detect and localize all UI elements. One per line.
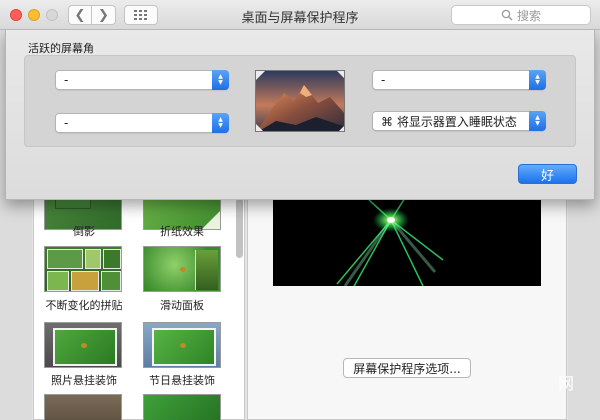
desktop-thumbnail <box>255 70 345 132</box>
popup-value: - <box>64 116 69 130</box>
corner-markers <box>256 71 344 131</box>
top-right-corner-popup[interactable]: - ▲ ▼ <box>372 70 546 90</box>
screensaver-label: 滑动面板 <box>160 299 204 312</box>
ok-button[interactable]: 好 <box>518 164 577 184</box>
top-left-corner-popup[interactable]: - ▲ ▼ <box>55 70 229 90</box>
screensaver-thumb-holiday-mobile[interactable] <box>143 322 221 368</box>
popup-arrows-icon: ▲ ▼ <box>212 113 229 133</box>
popup-value: ⌘ 将显示器置入睡眠状态 <box>381 114 517 129</box>
screensaver-label: 照片悬挂装饰 <box>51 374 117 387</box>
search-icon <box>501 9 513 21</box>
screensaver-thumb-next[interactable] <box>44 394 122 420</box>
screensaver-label: 节日悬挂装饰 <box>149 374 215 387</box>
screensaver-options-button[interactable]: 屏幕保护程序选项... <box>343 358 471 378</box>
screensaver-thumb-photo-mobile[interactable] <box>44 322 122 368</box>
bottom-right-corner-popup[interactable]: ⌘ 将显示器置入睡眠状态 ▲ ▼ <box>372 111 546 131</box>
screensaver-label: 不断变化的拼贴 <box>45 299 123 312</box>
search-placeholder: 搜索 <box>516 8 541 23</box>
screensaver-label: 倒影 <box>73 225 95 238</box>
list-scrollbar[interactable] <box>236 198 243 258</box>
window-titlebar: ❮ ❯ 桌面与屏幕保护程序 搜索 <box>0 0 600 30</box>
screensaver-thumb-next[interactable] <box>143 394 221 420</box>
screensaver-thumb-shifting-tiles[interactable] <box>44 246 122 292</box>
popup-arrows-icon: ▲ ▼ <box>529 70 546 90</box>
popup-value: - <box>64 73 69 87</box>
light-burst-graphic <box>336 198 444 286</box>
popup-arrows-icon: ▲ ▼ <box>529 111 546 131</box>
popup-arrows-icon: ▲ ▼ <box>212 70 229 90</box>
hot-corners-heading: 活跃的屏幕角 <box>28 42 94 55</box>
screensaver-thumb-sliding-panels[interactable] <box>143 246 221 292</box>
popup-value: - <box>381 73 386 87</box>
screensaver-label: 折纸效果 <box>160 225 204 238</box>
watermark-logo: 网 <box>558 374 575 393</box>
screensaver-preview <box>273 198 541 286</box>
search-field[interactable]: 搜索 <box>451 5 591 25</box>
bottom-left-corner-popup[interactable]: - ▲ ▼ <box>55 113 229 133</box>
